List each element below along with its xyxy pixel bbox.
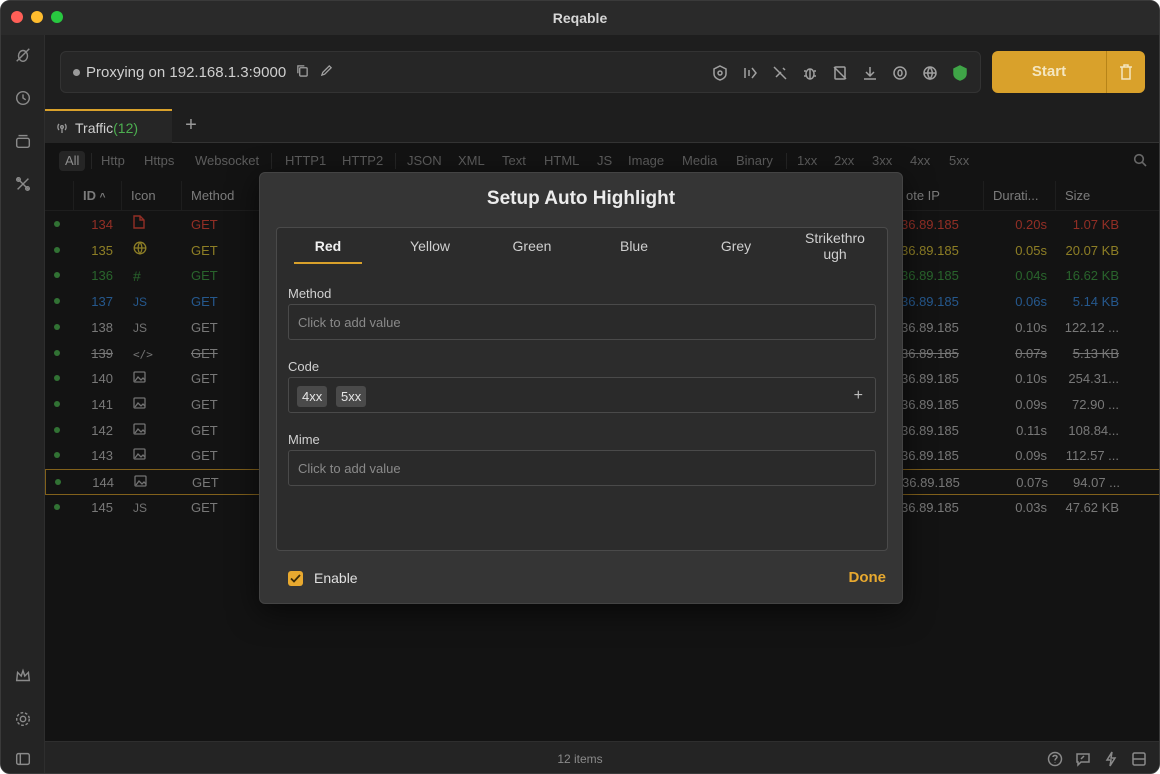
code-field[interactable]: 4xx 5xx + (288, 377, 876, 413)
status-bar-icons (1047, 751, 1147, 770)
record-icon[interactable] (890, 63, 910, 83)
tab-bar: Traffic(12) + (45, 109, 1159, 143)
shield-check-icon[interactable] (950, 63, 970, 83)
window-title: Reqable (552, 10, 608, 26)
help-icon[interactable] (1047, 751, 1063, 770)
checkmark-icon (290, 574, 301, 583)
collection-icon[interactable] (12, 130, 34, 152)
status-bar: 12 items (45, 741, 1159, 773)
history-icon[interactable] (12, 87, 34, 109)
panel-layout-icon[interactable] (1131, 751, 1147, 770)
proxy-toolbar (710, 63, 970, 83)
start-button-group: Start (992, 51, 1145, 93)
done-button[interactable]: Done (849, 570, 887, 586)
proxy-address: Proxying on 192.168.1.3:9000 (86, 64, 287, 81)
sidebar-toggle-icon[interactable] (12, 748, 34, 770)
setup-auto-highlight-dialog: Setup Auto Highlight Red Yellow Green Bl… (259, 172, 903, 604)
tab-strikethrough[interactable]: Strikethro ugh (787, 228, 883, 264)
enable-label: Enable (314, 570, 358, 586)
tab-red[interactable]: Red (277, 228, 379, 264)
active-tab-indicator (294, 262, 362, 264)
proxy-status-bar: Proxying on 192.168.1.3:9000 (60, 51, 981, 93)
item-count: 12 items (557, 752, 603, 766)
copy-icon[interactable] (296, 52, 309, 94)
dialog-title: Setup Auto Highlight (486, 188, 676, 209)
feedback-icon[interactable] (1075, 751, 1091, 770)
tab-green[interactable]: Green (481, 228, 583, 264)
method-label: Method (288, 286, 332, 301)
crown-icon[interactable] (12, 665, 34, 687)
enable-checkbox[interactable] (288, 571, 303, 586)
lightning-icon[interactable] (1103, 751, 1119, 770)
app-window: Reqable Proxying on 192.168.1.3:9000 Sta… (0, 0, 1160, 774)
antenna-icon (55, 122, 69, 137)
edit-icon[interactable] (320, 52, 333, 94)
script-bug-icon[interactable] (800, 63, 820, 83)
add-tab-button[interactable]: + (181, 115, 201, 135)
tab-traffic[interactable]: Traffic(12) (45, 109, 172, 143)
bug-icon[interactable] (12, 44, 34, 66)
network-globe-icon[interactable] (920, 63, 940, 83)
start-button[interactable]: Start (992, 51, 1106, 93)
download-icon[interactable] (860, 63, 880, 83)
dialog-content-panel: Red Yellow Green Blue Grey Strikethro ug… (276, 227, 888, 551)
code-label: Code (288, 359, 320, 374)
trash-icon[interactable] (1107, 51, 1145, 93)
sidebar (1, 35, 45, 773)
add-code-plus-icon[interactable]: + (854, 386, 863, 406)
method-field[interactable] (288, 304, 876, 340)
code-tag-4xx[interactable]: 4xx (297, 386, 328, 407)
tab-traffic-label: Traffic(12) (75, 120, 139, 136)
tab-yellow[interactable]: Yellow (379, 228, 481, 264)
mime-label: Mime (288, 432, 320, 447)
tools-icon[interactable] (12, 173, 34, 195)
title-bar: Reqable (1, 1, 1159, 35)
settings-gear-icon[interactable] (12, 708, 34, 730)
breakpoint-icon[interactable] (740, 63, 760, 83)
mime-input[interactable] (289, 451, 875, 485)
proxy-status-text: Proxying on 192.168.1.3:9000 (86, 52, 333, 94)
code-tag-5xx[interactable]: 5xx (336, 386, 367, 407)
mime-field[interactable] (288, 450, 876, 486)
rewrite-off-icon[interactable] (770, 63, 790, 83)
ssl-lock-icon[interactable] (710, 63, 730, 83)
status-dot (73, 69, 80, 76)
mirror-icon[interactable] (830, 63, 850, 83)
tab-blue[interactable]: Blue (583, 228, 685, 264)
method-input[interactable] (289, 305, 875, 339)
tab-grey[interactable]: Grey (685, 228, 787, 264)
